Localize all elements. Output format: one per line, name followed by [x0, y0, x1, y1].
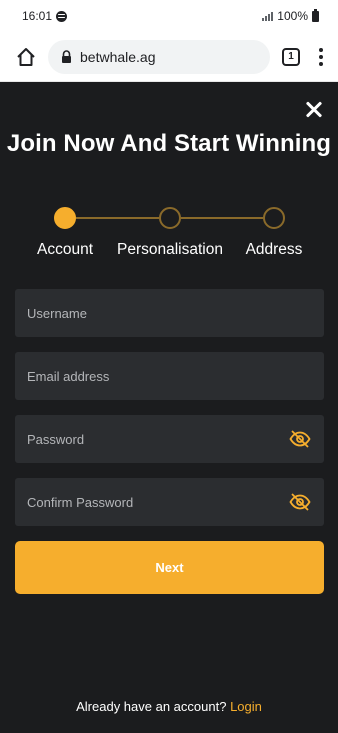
login-prompt: Already have an account? Login	[0, 699, 338, 714]
url-text: betwhale.ag	[80, 48, 156, 65]
next-button[interactable]: Next	[15, 541, 324, 594]
status-bar: 16:01 100%	[0, 0, 338, 32]
battery-icon	[312, 8, 319, 22]
username-field	[15, 289, 324, 337]
email-input[interactable]	[27, 352, 312, 400]
status-left: 16:01	[22, 9, 68, 23]
step-dot-address	[263, 207, 285, 229]
page-title: Join Now And Start Winning	[6, 130, 332, 157]
eye-slash-icon[interactable]	[288, 429, 312, 449]
close-icon[interactable]	[303, 98, 325, 120]
confirm-password-input[interactable]	[27, 478, 288, 526]
lock-icon	[60, 50, 72, 64]
signal-icon	[262, 11, 274, 21]
username-input[interactable]	[27, 289, 312, 337]
login-prompt-text: Already have an account?	[76, 699, 227, 714]
password-input[interactable]	[27, 415, 288, 463]
step-dot-account	[54, 207, 76, 229]
registration-page: Join Now And Start Winning Account Perso…	[0, 82, 338, 733]
email-field	[15, 352, 324, 400]
step-label-account: Account	[36, 241, 94, 258]
step-connector	[76, 217, 159, 219]
step-label-personalisation: Personalisation	[117, 241, 223, 258]
spotify-icon	[56, 10, 68, 22]
step-dot-personalisation	[159, 207, 181, 229]
battery-percent: 100%	[277, 9, 308, 23]
step-label-address: Address	[245, 241, 303, 258]
stepper: Account Personalisation Address	[0, 206, 338, 266]
password-field	[15, 415, 324, 463]
status-time: 16:01	[22, 9, 53, 23]
confirm-password-field	[15, 478, 324, 526]
home-icon[interactable]	[14, 45, 38, 69]
browser-toolbar: betwhale.ag 1	[0, 32, 338, 82]
status-right: 100%	[262, 8, 319, 23]
url-bar[interactable]: betwhale.ag	[48, 39, 270, 74]
step-connector	[181, 217, 263, 219]
tabs-button[interactable]: 1	[282, 47, 300, 66]
more-menu-icon[interactable]	[316, 47, 326, 66]
eye-slash-icon[interactable]	[288, 492, 312, 512]
login-link[interactable]: Login	[230, 699, 262, 714]
